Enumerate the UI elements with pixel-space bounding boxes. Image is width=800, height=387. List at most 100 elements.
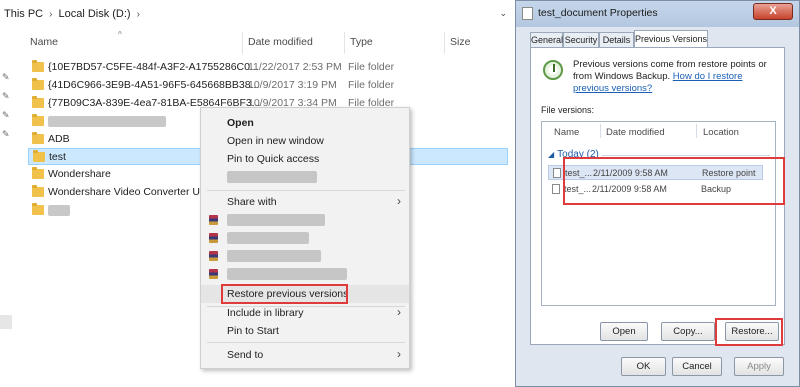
chevron-down-icon[interactable]: ⌄ — [499, 8, 507, 19]
column-divider[interactable] — [242, 32, 243, 54]
winrar-icon — [209, 233, 218, 243]
redacted-label — [227, 250, 321, 262]
file-type: File folder — [348, 61, 395, 73]
list-header-divider[interactable] — [696, 124, 697, 138]
folder-icon — [32, 60, 44, 72]
menu-item-redacted[interactable] — [201, 229, 409, 247]
menu-item-pin-start[interactable]: Pin to Start — [201, 322, 409, 340]
winrar-icon — [209, 215, 218, 225]
sort-caret-icon: ^ — [118, 30, 122, 39]
ok-button[interactable]: OK — [621, 357, 666, 376]
dialog-title: test_document Properties — [538, 7, 658, 19]
redacted-label — [227, 171, 317, 183]
breadcrumb[interactable]: This PC › Local Disk (D:) › ⌄ — [0, 0, 515, 28]
group-divider — [602, 155, 770, 156]
chevron-right-icon: › — [136, 8, 140, 20]
restore-clock-icon — [543, 60, 563, 80]
file-name: test — [49, 151, 66, 163]
menu-item-redacted[interactable] — [201, 211, 409, 229]
column-divider[interactable] — [344, 32, 345, 54]
tab-general[interactable]: General — [530, 32, 563, 48]
open-button[interactable]: Open — [600, 322, 648, 341]
menu-item-include-library[interactable]: Include in library › — [201, 304, 409, 322]
document-icon — [522, 7, 533, 20]
list-header-date[interactable]: Date modified — [606, 127, 665, 138]
properties-dialog: test_document Properties X General Secur… — [515, 0, 800, 387]
column-size[interactable]: Size — [450, 36, 470, 48]
scroll-stub — [0, 315, 12, 329]
menu-separator — [207, 190, 405, 191]
list-header-name[interactable]: Name — [554, 127, 579, 138]
menu-item-redacted[interactable] — [201, 265, 409, 283]
folder-icon — [32, 78, 44, 90]
cancel-button[interactable]: Cancel — [672, 357, 722, 376]
folder-icon — [33, 150, 45, 162]
folder-icon — [32, 203, 44, 215]
redacted-label — [227, 268, 347, 280]
highlight-box — [563, 157, 785, 205]
menu-item-open[interactable]: Open — [201, 114, 409, 132]
chevron-right-icon: › — [397, 347, 401, 361]
folder-icon — [32, 132, 44, 144]
file-row[interactable]: {10E7BD57-C5FE-484f-A3F2-A1755286C0... 1… — [28, 59, 508, 76]
winrar-icon — [209, 269, 218, 279]
column-date-modified[interactable]: Date modified — [248, 36, 313, 48]
column-name[interactable]: Name — [30, 36, 58, 48]
chevron-right-icon: › — [397, 305, 401, 319]
copy-button[interactable]: Copy... — [661, 322, 715, 341]
tab-security[interactable]: Security — [563, 32, 599, 48]
file-name: ADB — [48, 133, 70, 145]
breadcrumb-local-disk[interactable]: Local Disk (D:) — [58, 8, 130, 20]
file-row[interactable]: {41D6C966-3E9B-4A51-96F5-645668BB38... 1… — [28, 77, 508, 94]
list-header-divider[interactable] — [600, 124, 601, 138]
document-icon — [552, 184, 560, 194]
menu-item-redacted[interactable] — [201, 168, 409, 186]
chevron-right-icon: › — [397, 194, 401, 208]
redacted-name — [48, 116, 166, 127]
file-date: 10/9/2017 3:19 PM — [248, 79, 337, 91]
menu-separator — [207, 342, 405, 343]
file-name: Wondershare Video Converter Ulti — [48, 186, 208, 198]
context-menu: Open Open in new window Pin to Quick acc… — [200, 107, 410, 369]
pin-icon: ✎ — [2, 110, 10, 120]
folder-icon — [32, 96, 44, 108]
file-type: File folder — [348, 79, 395, 91]
previous-versions-panel: Previous versions come from restore poin… — [530, 47, 785, 346]
redacted-label — [227, 214, 325, 226]
redacted-label — [227, 232, 309, 244]
chevron-right-icon: › — [49, 8, 53, 20]
menu-item-share-with[interactable]: Share with › — [201, 193, 409, 211]
document-icon — [553, 168, 561, 178]
column-type[interactable]: Type — [350, 36, 373, 48]
highlight-box — [715, 318, 783, 346]
tab-details[interactable]: Details — [599, 32, 634, 48]
file-name: Wondershare — [48, 168, 111, 180]
pin-icon: ✎ — [2, 129, 10, 139]
menu-item-open-new-window[interactable]: Open in new window — [201, 132, 409, 150]
description: Previous versions come from restore poin… — [573, 59, 767, 94]
apply-button[interactable]: Apply — [734, 357, 784, 376]
folder-icon — [32, 114, 44, 126]
file-name: {10E7BD57-C5FE-484f-A3F2-A1755286C0... — [48, 61, 259, 73]
redacted-name — [48, 205, 70, 216]
highlight-box — [221, 284, 348, 304]
pin-icon: ✎ — [2, 91, 10, 101]
breadcrumb-this-pc[interactable]: This PC — [4, 8, 43, 20]
caret-down-icon: ◢ — [548, 150, 555, 159]
column-divider[interactable] — [444, 32, 445, 54]
file-versions-label: File versions: — [541, 105, 595, 115]
pin-icon: ✎ — [2, 72, 10, 82]
versions-list[interactable]: Name Date modified Location ◢ Today (2) t… — [541, 121, 776, 306]
title-bar[interactable]: test_document Properties X — [516, 1, 799, 27]
folder-icon — [32, 167, 44, 179]
list-header-location[interactable]: Location — [703, 127, 739, 138]
folder-icon — [32, 185, 44, 197]
column-headers: ^ Name Date modified Type Size — [0, 30, 515, 54]
file-name: {41D6C966-3E9B-4A51-96F5-645668BB38... — [48, 79, 260, 91]
file-date: 11/22/2017 2:53 PM — [248, 61, 342, 73]
menu-item-pin-quick-access[interactable]: Pin to Quick access — [201, 150, 409, 168]
menu-item-send-to[interactable]: Send to › — [201, 346, 409, 364]
menu-item-redacted[interactable] — [201, 247, 409, 265]
close-button[interactable]: X — [753, 3, 793, 20]
winrar-icon — [209, 251, 218, 261]
